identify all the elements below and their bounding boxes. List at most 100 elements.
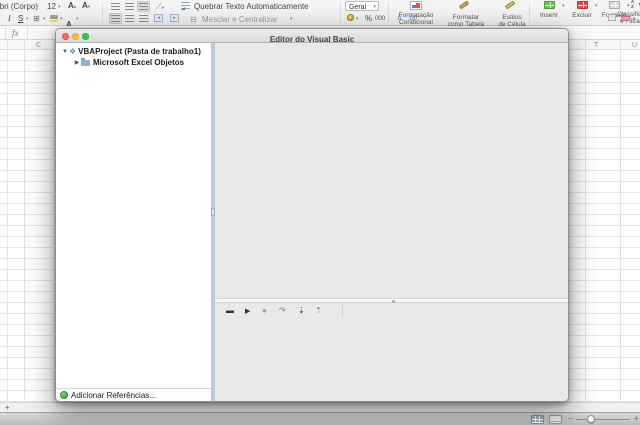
shrink-font-icon[interactable]: A▾ [82, 2, 90, 10]
zoom-slider-knob[interactable] [587, 415, 595, 423]
folder-icon [81, 57, 90, 66]
percent-style-button[interactable]: % [365, 15, 372, 23]
accounting-caret-icon[interactable]: ▾ [356, 17, 359, 22]
excel-ribbon: Calibri (Corpo) ▾ 12 ▾ A▴ A▾ ⟋▾ Quebrar … [0, 0, 640, 35]
vbaproject-icon: ❖ [69, 46, 77, 56]
cell-styles-icon [504, 0, 519, 12]
immediate-window-pane[interactable] [215, 319, 568, 401]
screen: Calibri (Corpo) ▾ 12 ▾ A▴ A▾ ⟋▾ Quebrar … [0, 0, 640, 425]
clear-caret-icon[interactable]: ▾ [633, 17, 636, 22]
ribbon-separator [529, 2, 530, 23]
column-header-u[interactable]: U [632, 42, 637, 49]
format-cells-icon [608, 1, 620, 9]
gridline-vertical [7, 40, 8, 412]
zoom-in-button[interactable]: + [634, 415, 639, 423]
wrap-text-icon [181, 2, 190, 10]
code-pane-empty[interactable] [215, 43, 568, 298]
align-middle-icon[interactable] [125, 3, 134, 10]
font-size-caret-icon[interactable]: ▾ [58, 5, 61, 10]
cell-styles-button[interactable]: Estilos de Célula [491, 0, 533, 28]
number-format-combobox[interactable]: Geral ▾ [345, 1, 379, 11]
ribbon-separator [340, 2, 341, 23]
insert-cells-button[interactable]: Inserir [534, 0, 564, 19]
vbe-right-pane: ▬ ▶ ● ↷ ⇣ ⇡ [215, 43, 568, 401]
tree-item-excel-objects[interactable]: ▶ Microsoft Excel Objetos [56, 57, 211, 68]
step-into-icon[interactable]: ▶ [245, 308, 250, 315]
underline-caret-icon[interactable]: ▾ [26, 17, 29, 22]
column-header-t[interactable]: T [594, 42, 598, 49]
gridline-vertical [620, 40, 621, 412]
merge-center-caret-icon[interactable]: ▾ [290, 17, 293, 22]
add-sheet-button[interactable]: + [5, 404, 10, 412]
insert-cells-icon [543, 1, 555, 9]
delete-caret-icon[interactable]: ▾ [595, 4, 598, 9]
insert-caret-icon[interactable]: ▾ [562, 4, 565, 9]
clear-eraser-icon[interactable] [620, 16, 631, 21]
references-globe-icon [60, 391, 68, 399]
conditional-formatting-icon [410, 1, 422, 10]
page-layout-view-button[interactable] [549, 415, 562, 424]
align-center-icon[interactable] [125, 15, 134, 22]
sort-filter-icon[interactable]: A Z [631, 0, 634, 10]
gridline-vertical [24, 40, 25, 412]
sheet-tabs-strip: + [0, 402, 640, 412]
step-over-icon[interactable]: ↷ [279, 307, 286, 315]
accounting-format-icon[interactable] [347, 14, 354, 21]
format-as-table-icon [458, 0, 473, 12]
merge-center-button[interactable]: Mesclar e Centralizar [202, 16, 278, 24]
disclosure-down-icon[interactable]: ▼ [61, 49, 69, 55]
add-references-label: Adicionar Referências... [71, 390, 156, 400]
delete-cells-icon [576, 1, 588, 9]
align-left-button[interactable] [109, 13, 122, 24]
merge-center-icon: ⊟ [190, 15, 197, 24]
step-out-icon[interactable]: ⇡ [315, 307, 322, 315]
font-name-caret-icon[interactable]: ▾ [36, 5, 39, 10]
decrease-decimal-button[interactable]: .00 [408, 15, 417, 23]
decrease-indent-icon[interactable]: ◂ [154, 14, 163, 22]
italic-button[interactable]: I [8, 15, 11, 23]
disclosure-right-icon[interactable]: ▶ [73, 59, 81, 66]
fill-down-icon[interactable]: ↓ [608, 14, 616, 21]
tree-item-vbaproject[interactable]: ▼ ❖ VBAProject (Pasta de trabalho1) [56, 46, 211, 57]
underline-button[interactable]: S [18, 15, 23, 23]
window-title: Editor do Visual Basic [269, 35, 355, 44]
normal-view-button[interactable] [531, 415, 544, 424]
format-caret-icon[interactable]: ▾ [627, 4, 630, 9]
delete-cells-button[interactable]: Excluir [567, 0, 597, 19]
add-references-row[interactable]: Adicionar Referências... [56, 388, 211, 401]
panel-splitter-vertical[interactable] [211, 43, 215, 401]
splitter-handle[interactable] [211, 207, 215, 216]
font-color-caret-icon[interactable]: ▾ [76, 17, 79, 22]
wrap-text-button[interactable]: Quebrar Texto Automaticamente [194, 3, 309, 11]
increase-decimal-button[interactable]: .0 [396, 15, 401, 23]
align-top-icon[interactable] [111, 3, 120, 10]
borders-caret-icon[interactable]: ▾ [43, 17, 46, 22]
font-name-combobox[interactable]: Calibri (Corpo) [0, 3, 38, 11]
minimize-button[interactable] [72, 32, 79, 40]
comma-style-button[interactable]: 000 [375, 15, 385, 23]
run-icon[interactable]: ▬ [226, 307, 234, 315]
tree-item-label: VBAProject (Pasta de trabalho1) [78, 47, 201, 56]
zoom-slider-track[interactable] [576, 419, 630, 420]
fx-icon: fx [12, 28, 19, 38]
align-right-icon[interactable] [139, 15, 148, 22]
grow-font-icon[interactable]: A▴ [68, 2, 76, 10]
orientation-icon[interactable]: ⟋▾ [156, 3, 164, 11]
column-header-c[interactable]: C [36, 42, 41, 49]
increase-indent-icon[interactable]: ▸ [170, 14, 179, 22]
vbe-titlebar[interactable]: Editor do Visual Basic [56, 29, 568, 44]
borders-icon[interactable]: ⊞ [33, 15, 40, 23]
font-size-combobox[interactable]: 12 [47, 3, 56, 11]
fill-color-icon[interactable] [50, 15, 58, 22]
debug-toolbar: ▬ ▶ ● ↷ ⇣ ⇡ [215, 303, 568, 319]
ribbon-separator [102, 2, 103, 23]
stop-icon[interactable]: ● [262, 307, 267, 315]
format-as-table-button[interactable]: Formatar como Tabela [443, 0, 489, 28]
zoom-button[interactable] [82, 32, 89, 40]
gridline-vertical [585, 40, 586, 412]
fill-color-caret-icon[interactable]: ▾ [60, 17, 63, 22]
zoom-out-button[interactable]: − [568, 415, 573, 423]
close-button[interactable] [62, 32, 69, 40]
formula-bar-separator [27, 27, 28, 39]
step-down-icon[interactable]: ⇣ [298, 307, 305, 315]
